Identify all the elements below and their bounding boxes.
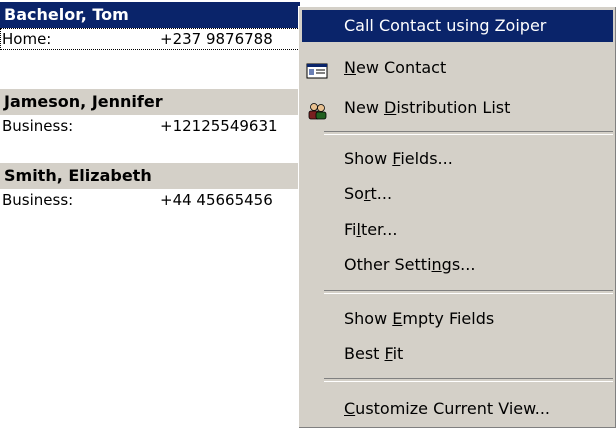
contact-card-jameson-jennifer[interactable]: Jameson, Jennifer Business: +12125549631 — [0, 89, 300, 137]
menu-item-label: New Distribution List — [344, 98, 511, 117]
menu-item-new-contact[interactable]: New Contact — [302, 52, 613, 84]
menu-item-other-settings[interactable]: Other Settings... — [302, 249, 613, 281]
contact-card-icon — [306, 59, 328, 79]
menu-item-label: New Contact — [344, 58, 447, 77]
contact-name[interactable]: Bachelor, Tom — [0, 2, 300, 28]
phone-value: +44 45665456 — [160, 191, 273, 209]
menu-item-customize-current-view[interactable]: Customize Current View... — [302, 393, 613, 425]
distribution-list-icon — [306, 99, 328, 120]
context-menu: Call Contact using Zoiper New Contact Ne… — [298, 6, 616, 428]
menu-separator — [324, 378, 613, 382]
menu-separator — [324, 290, 613, 294]
phone-value: +12125549631 — [160, 117, 278, 135]
menu-item-label: Show Empty Fields — [344, 309, 495, 328]
menu-item-label: Show Fields... — [344, 149, 453, 168]
menu-item-label: Call Contact using Zoiper — [344, 16, 547, 35]
contact-name[interactable]: Jameson, Jennifer — [0, 89, 300, 115]
contact-phone-row[interactable]: Business: +12125549631 — [0, 115, 300, 137]
phone-value: +237 9876788 — [160, 30, 273, 48]
menu-item-label: Best Fit — [344, 344, 404, 363]
menu-item-label: Other Settings... — [344, 255, 476, 274]
menu-separator — [324, 131, 613, 135]
menu-item-label: Sort... — [344, 184, 393, 203]
contact-phone-row[interactable]: Home: +237 9876788 — [0, 28, 300, 50]
menu-item-call-contact-zoiper[interactable]: Call Contact using Zoiper — [302, 10, 613, 42]
menu-item-new-distribution-list[interactable]: New Distribution List — [302, 92, 613, 124]
phone-label: Business: — [2, 191, 74, 209]
contact-card-smith-elizabeth[interactable]: Smith, Elizabeth Business: +44 45665456 — [0, 163, 300, 211]
phone-label: Business: — [2, 117, 74, 135]
contact-card-bachelor-tom[interactable]: Bachelor, Tom Home: +237 9876788 — [0, 2, 300, 50]
menu-item-show-empty-fields[interactable]: Show Empty Fields — [302, 303, 613, 335]
menu-item-label: Filter... — [344, 220, 398, 239]
menu-item-label: Customize Current View... — [344, 399, 551, 418]
menu-item-best-fit[interactable]: Best Fit — [302, 338, 613, 370]
phone-label: Home: — [2, 30, 52, 48]
contact-phone-row[interactable]: Business: +44 45665456 — [0, 189, 300, 211]
menu-item-sort[interactable]: Sort... — [302, 178, 613, 210]
menu-item-show-fields[interactable]: Show Fields... — [302, 143, 613, 175]
menu-item-filter[interactable]: Filter... — [302, 214, 613, 246]
contact-name[interactable]: Smith, Elizabeth — [0, 163, 300, 189]
